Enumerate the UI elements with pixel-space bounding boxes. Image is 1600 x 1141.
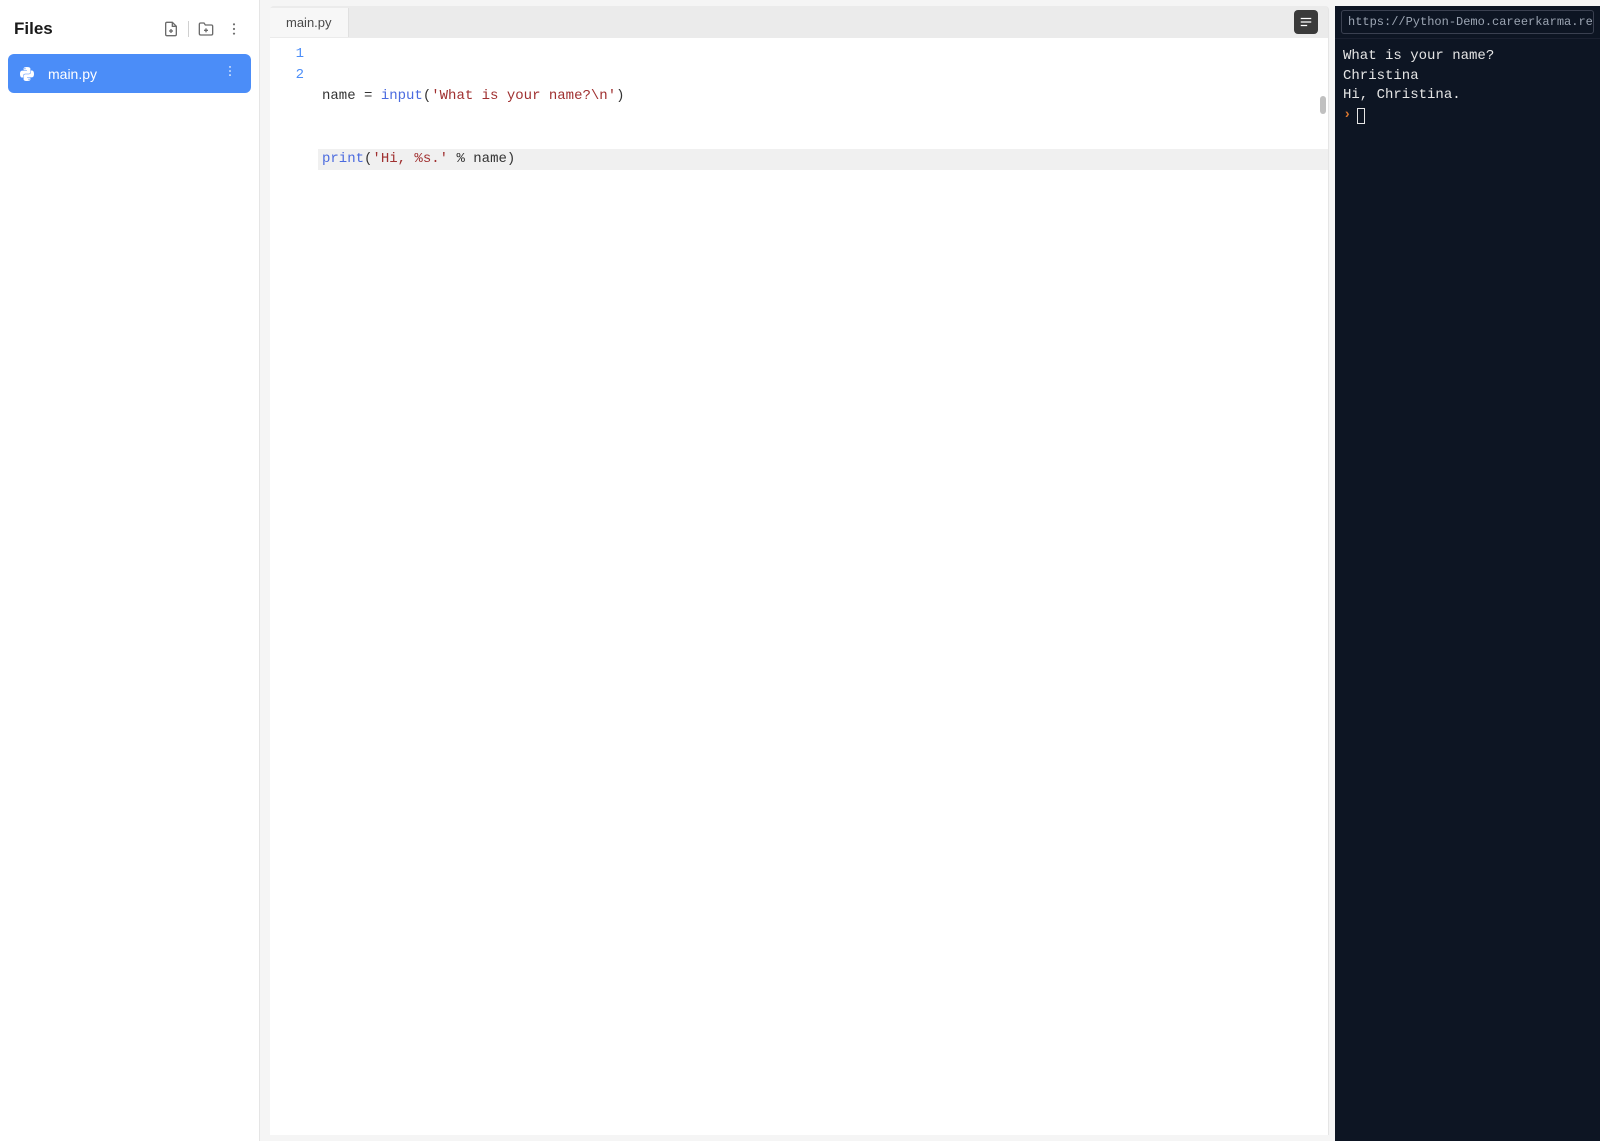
sidebar-title: Files xyxy=(14,19,53,39)
line-number: 2 xyxy=(270,65,304,86)
files-sidebar: Files xyxy=(0,0,260,1141)
file-item-main-py[interactable]: main.py xyxy=(8,54,251,93)
file-name: main.py xyxy=(48,66,97,82)
console-output[interactable]: What is your name? Christina Hi, Christi… xyxy=(1335,39,1600,1141)
console-url-input[interactable]: https://Python-Demo.careerkarma.repl.run xyxy=(1341,10,1594,34)
console-panel: https://Python-Demo.careerkarma.repl.run… xyxy=(1335,6,1600,1141)
new-file-icon[interactable] xyxy=(160,18,182,40)
word-wrap-icon[interactable] xyxy=(1294,10,1318,34)
code-line-1[interactable]: name = input('What is your name?\n') xyxy=(318,86,1328,107)
editor-body[interactable]: 1 2 name = input('What is your name?\n')… xyxy=(270,38,1328,1135)
editor-toolbar-right xyxy=(1294,10,1318,34)
sidebar-actions xyxy=(160,18,245,40)
console-url-bar: https://Python-Demo.careerkarma.repl.run xyxy=(1335,6,1600,39)
console-line: Christina xyxy=(1343,67,1592,87)
line-number: 1 xyxy=(270,44,304,65)
editor-tabs: main.py xyxy=(270,6,1328,38)
new-folder-icon[interactable] xyxy=(195,18,217,40)
code-area[interactable]: name = input('What is your name?\n') pri… xyxy=(318,38,1328,1135)
tab-main-py[interactable]: main.py xyxy=(270,8,349,37)
action-divider xyxy=(188,21,189,37)
line-gutter: 1 2 xyxy=(270,38,318,1135)
editor-panel: main.py 1 2 name = input('What is your n… xyxy=(270,6,1329,1135)
more-options-icon[interactable] xyxy=(223,18,245,40)
prompt-char: › xyxy=(1343,106,1351,126)
console-line: What is your name? xyxy=(1343,47,1592,67)
cursor-icon xyxy=(1357,108,1365,124)
console-prompt[interactable]: › xyxy=(1343,106,1592,126)
editor-scrollbar[interactable] xyxy=(1320,96,1326,114)
python-icon xyxy=(18,65,36,83)
code-line-2[interactable]: print('Hi, %s.' % name) xyxy=(318,149,1328,170)
console-line: Hi, Christina. xyxy=(1343,86,1592,106)
sidebar-header: Files xyxy=(4,8,255,54)
file-more-icon[interactable] xyxy=(219,62,241,85)
